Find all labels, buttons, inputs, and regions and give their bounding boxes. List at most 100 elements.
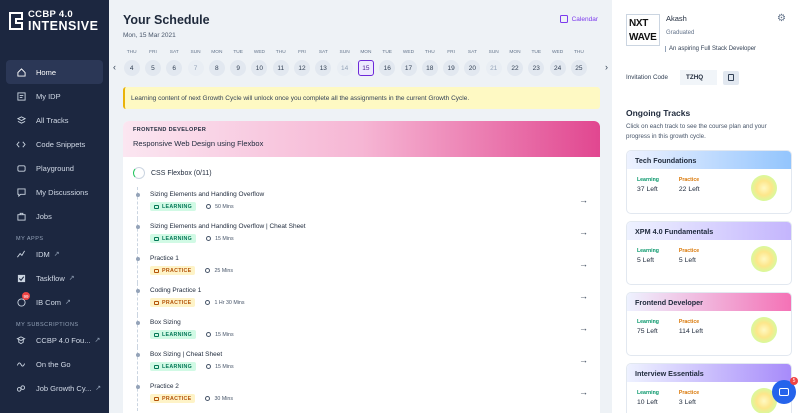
sidebar-item-jobs[interactable]: Jobs (0, 204, 109, 228)
sidebar-item-all-tracks[interactable]: All Tracks (0, 108, 109, 132)
sidebar-item-label: Code Snippets (36, 139, 86, 149)
learning-label: Learning (637, 319, 659, 325)
day-number: 21 (485, 60, 502, 76)
sidebar-sub-ccbp[interactable]: CCBP 4.0 Fou... ↗ (0, 328, 109, 352)
day-name: MON (211, 50, 223, 55)
day-cell[interactable]: SAT 13 (313, 50, 334, 76)
module-header[interactable]: CSS Flexbox (0/11) (133, 167, 212, 179)
day-name: SAT (467, 50, 477, 55)
arrow-right-icon[interactable]: → (579, 227, 588, 237)
learning-stat: Learning 75 Left (637, 319, 659, 335)
ongoing-track-card[interactable]: Interview Essentials Learning 10 Left Pract… (626, 363, 792, 413)
sidebar-app-idm[interactable]: IDM ↗ (0, 242, 109, 266)
chat-button[interactable]: 5 (772, 377, 798, 404)
discussions-icon (16, 187, 26, 197)
list-item[interactable]: Practice 2 PRACTICE 30 Mins → (136, 379, 592, 411)
day-cell[interactable]: THU 25 (568, 50, 589, 76)
day-cell[interactable]: MON 15 (355, 50, 376, 76)
item-name: Box Sizing | Cheat Sheet (150, 351, 223, 358)
day-number: 18 (421, 60, 438, 76)
day-cell[interactable]: MON 22 (504, 50, 525, 76)
page-title: Your Schedule (123, 13, 210, 27)
track-card[interactable]: FRONTEND DEVELOPER Responsive Web Design… (123, 121, 600, 413)
week-strip: ‹ THU 4 FRI 5 SAT 6 SUN 7 MON 8 TUE 9 WED 10 THU 11 FRI 1… (109, 50, 612, 80)
ongoing-track-card[interactable]: XPM 4.0 Fundamentals Learning 5 Left Practi… (626, 221, 792, 285)
practice-label: Practice (678, 248, 700, 254)
calendar-link[interactable]: Calendar (559, 15, 598, 23)
list-item[interactable]: Box Sizing LEARNING 15 Mins → (136, 315, 592, 347)
day-cell[interactable]: SAT 20 (462, 50, 483, 76)
day-name: FRI (447, 50, 455, 55)
sidebar-item-home[interactable]: Home (6, 60, 103, 84)
day-cell[interactable]: THU 18 (419, 50, 440, 76)
sidebar-item-my-idp[interactable]: My IDP (0, 84, 109, 108)
day-cell[interactable]: FRI 5 (142, 50, 163, 76)
sidebar-item-code-snippets[interactable]: Code Snippets (0, 132, 109, 156)
list-item[interactable]: Coding Practice 1 PRACTICE 1 Hr 30 Mins → (136, 283, 592, 315)
track-glow-icon (751, 175, 777, 201)
list-item[interactable]: Practice 1 PRACTICE 25 Mins → (136, 251, 592, 283)
duration-text: 15 Mins (215, 235, 234, 242)
track-tag: FRONTEND DEVELOPER (133, 127, 207, 133)
day-number: 19 (443, 60, 460, 76)
chevron-right-icon[interactable]: › (605, 62, 608, 72)
sidebar-item-label: All Tracks (36, 115, 69, 125)
ongoing-track-card[interactable]: Tech Foundations Learning 37 Left Practice 2… (626, 150, 792, 214)
ongoing-track-card[interactable]: Frontend Developer Learning 75 Left Practic… (626, 292, 792, 356)
day-name: WED (253, 50, 266, 55)
learning-badge: LEARNING (150, 362, 197, 371)
item-name: Sizing Elements and Handling Overflow (150, 191, 265, 198)
day-cell[interactable]: TUE 23 (526, 50, 547, 76)
sidebar-sub-on-the-go[interactable]: On the Go (0, 352, 109, 376)
arrow-right-icon[interactable]: → (579, 323, 588, 333)
day-number: 20 (464, 60, 481, 76)
list-item[interactable]: Sizing Elements and Handling Overflow LEA… (136, 187, 592, 219)
day-cell[interactable]: TUE 9 (227, 50, 248, 76)
day-cell[interactable]: SUN 21 (483, 50, 504, 76)
on-the-go-icon (16, 359, 26, 369)
day-cell[interactable]: WED 17 (398, 50, 419, 76)
day-number: 13 (315, 60, 332, 76)
day-number: 5 (144, 60, 161, 76)
day-cell[interactable]: SAT 6 (164, 50, 185, 76)
day-cell[interactable]: WED 10 (249, 50, 270, 76)
arrow-right-icon[interactable]: → (579, 259, 588, 269)
copy-button[interactable] (723, 70, 740, 85)
day-number: 25 (570, 60, 587, 76)
day-cell[interactable]: THU 11 (270, 50, 291, 76)
list-item[interactable]: Box Sizing | Cheat Sheet LEARNING 15 Mins → (136, 347, 592, 379)
arrow-right-icon[interactable]: → (579, 355, 588, 365)
main-content: Your Schedule Mon, 15 Mar 2021 Calendar … (109, 0, 612, 413)
day-cell[interactable]: FRI 19 (440, 50, 461, 76)
brand-mark-icon (9, 12, 23, 30)
day-cell[interactable]: WED 24 (547, 50, 568, 76)
sidebar-item-playground[interactable]: Playground (0, 156, 109, 180)
arrow-right-icon[interactable]: → (579, 195, 588, 205)
app-label: IDM (36, 249, 50, 259)
sidebar-app-ib-com[interactable]: 99 IB Com ↗ (0, 290, 109, 314)
learning-icon (154, 364, 159, 369)
brand-logo[interactable]: CCBP 4.0 INTENSIVE (8, 9, 104, 35)
sidebar-sub-job-growth[interactable]: Job Growth Cy... ↗ (0, 376, 109, 400)
code-icon (16, 139, 26, 149)
learning-stat: Learning 10 Left (637, 390, 659, 406)
gear-icon[interactable]: ⚙ (777, 13, 786, 24)
item-name: Coding Practice 1 (150, 287, 202, 294)
sidebar-item-my-discussions[interactable]: My Discussions (0, 180, 109, 204)
clock-icon (205, 396, 211, 401)
day-cell[interactable]: SUN 14 (334, 50, 355, 76)
current-date: Mon, 15 Mar 2021 (123, 32, 176, 39)
list-item[interactable]: Sizing Elements and Handling Overflow | … (136, 219, 592, 251)
learning-value: 75 Left (637, 328, 658, 335)
chevron-left-icon[interactable]: ‹ (113, 62, 116, 72)
day-cell[interactable]: THU 4 (121, 50, 142, 76)
day-cell[interactable]: MON 8 (206, 50, 227, 76)
arrow-right-icon[interactable]: → (579, 387, 588, 397)
sidebar-app-taskflow[interactable]: Taskflow ↗ (0, 266, 109, 290)
arrow-right-icon[interactable]: → (579, 291, 588, 301)
day-cell[interactable]: SUN 7 (185, 50, 206, 76)
day-cell[interactable]: TUE 16 (377, 50, 398, 76)
home-icon (16, 67, 26, 77)
day-cell[interactable]: FRI 12 (291, 50, 312, 76)
learning-icon (154, 236, 159, 241)
